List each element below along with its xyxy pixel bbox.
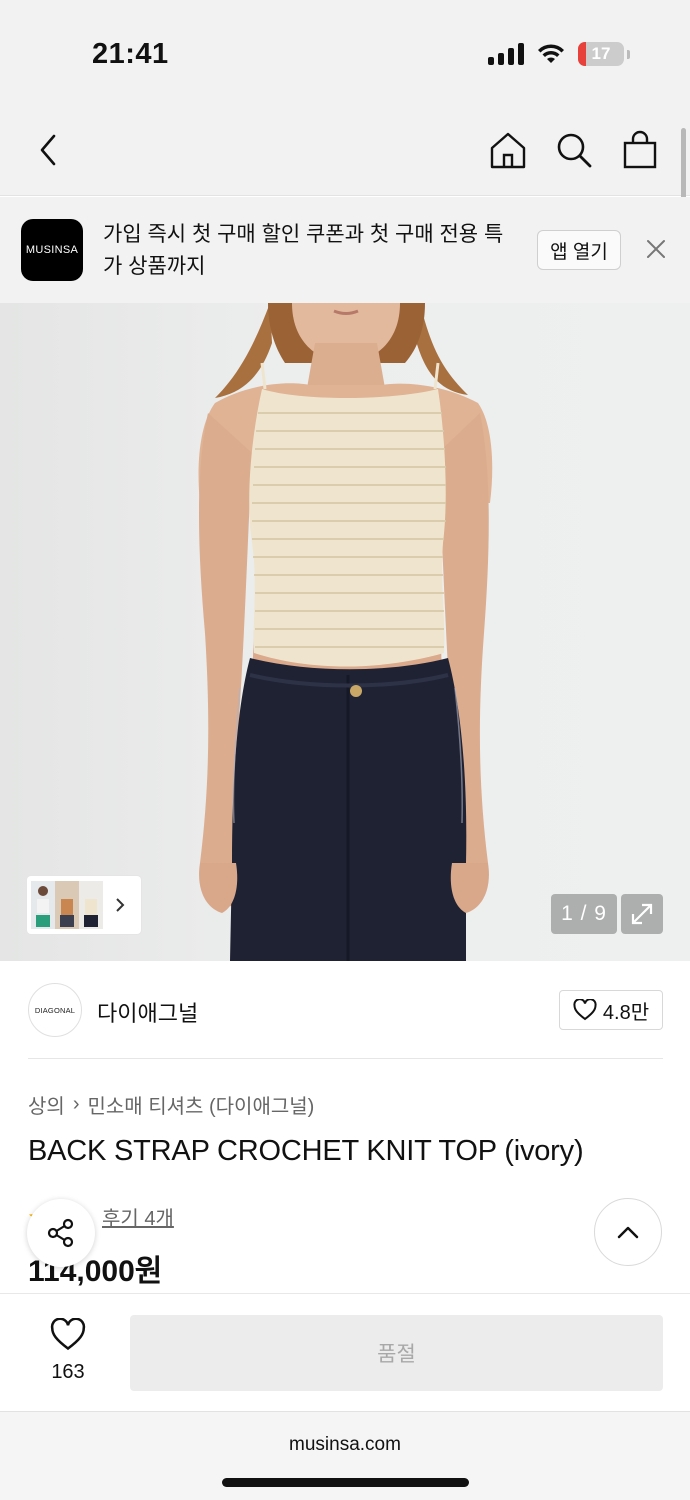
bottom-action-bar: 163 품절 xyxy=(0,1293,690,1411)
thumbnail-image xyxy=(31,881,55,929)
search-icon xyxy=(557,133,592,168)
status-time: 21:41 xyxy=(92,38,169,70)
share-button[interactable] xyxy=(27,1199,95,1267)
shopping-bag-icon xyxy=(623,130,657,169)
brand-like-count: 4.8만 xyxy=(602,1001,650,1024)
cellular-signal-icon xyxy=(488,43,524,65)
divider xyxy=(28,1058,663,1059)
chevron-up-icon xyxy=(617,1226,639,1239)
home-button[interactable] xyxy=(488,130,528,170)
status-bar: 21:41 17 xyxy=(0,0,690,100)
breadcrumb-category[interactable]: 상의 xyxy=(28,1090,65,1119)
chevron-left-icon xyxy=(40,134,56,166)
sold-out-button[interactable]: 품절 xyxy=(130,1315,663,1391)
image-counter: 1 / 9 xyxy=(551,894,617,934)
wishlist-button[interactable]: 163 xyxy=(36,1317,100,1384)
url-text[interactable]: musinsa.com xyxy=(0,1434,690,1456)
breadcrumb-subcategory[interactable]: 민소매 티셔츠 (다이애그널) xyxy=(87,1090,314,1119)
app-promo-banner: MUSINSA 가입 즉시 첫 구매 할인 쿠폰과 첫 구매 전용 특가 상품까… xyxy=(0,197,690,303)
breadcrumb-separator: › xyxy=(72,1093,80,1115)
scroll-to-top-button[interactable] xyxy=(594,1198,662,1266)
breadcrumb: 상의 › 민소매 티셔츠 (다이애그널) xyxy=(28,1090,314,1119)
nav-bar xyxy=(0,100,690,196)
battery-icon: 17 xyxy=(578,42,624,66)
thumbnail-strip[interactable] xyxy=(27,876,141,934)
search-button[interactable] xyxy=(554,130,594,170)
home-icon xyxy=(490,132,526,169)
cart-button[interactable] xyxy=(620,130,660,170)
open-app-button[interactable]: 앱 열기 xyxy=(537,230,621,270)
chevron-right-icon xyxy=(116,898,125,912)
close-promo-button[interactable] xyxy=(644,237,668,261)
close-icon xyxy=(647,240,665,258)
expand-icon xyxy=(631,903,653,925)
brand-logo[interactable]: DIAGONAL xyxy=(28,983,82,1037)
musinsa-logo: MUSINSA xyxy=(21,219,83,281)
product-main-image[interactable] xyxy=(0,303,690,961)
brand-name[interactable]: 다이애그널 xyxy=(97,996,198,1028)
thumbnail-image xyxy=(55,881,79,929)
nav-actions xyxy=(488,130,660,170)
wishlist-count: 163 xyxy=(51,1361,85,1383)
wifi-icon xyxy=(538,44,564,63)
heart-icon xyxy=(573,999,597,1021)
battery-level: 17 xyxy=(591,44,611,63)
home-indicator xyxy=(222,1478,469,1487)
expand-image-button[interactable] xyxy=(621,894,663,934)
browser-address-bar: musinsa.com xyxy=(0,1411,690,1500)
model-photo xyxy=(198,303,493,961)
brand-like-button[interactable]: 4.8만 xyxy=(559,990,663,1030)
back-button[interactable] xyxy=(30,130,66,170)
product-title: BACK STRAP CROCHET KNIT TOP (ivory) xyxy=(28,1135,584,1167)
status-icons: 17 xyxy=(488,42,630,66)
thumbnail-image xyxy=(79,881,103,929)
promo-message: 가입 즉시 첫 구매 할인 쿠폰과 첫 구매 전용 특가 상품까지 xyxy=(103,223,504,278)
share-icon xyxy=(47,1218,74,1248)
review-link[interactable]: 후기 4개 xyxy=(102,1202,174,1231)
heart-icon xyxy=(50,1317,86,1351)
